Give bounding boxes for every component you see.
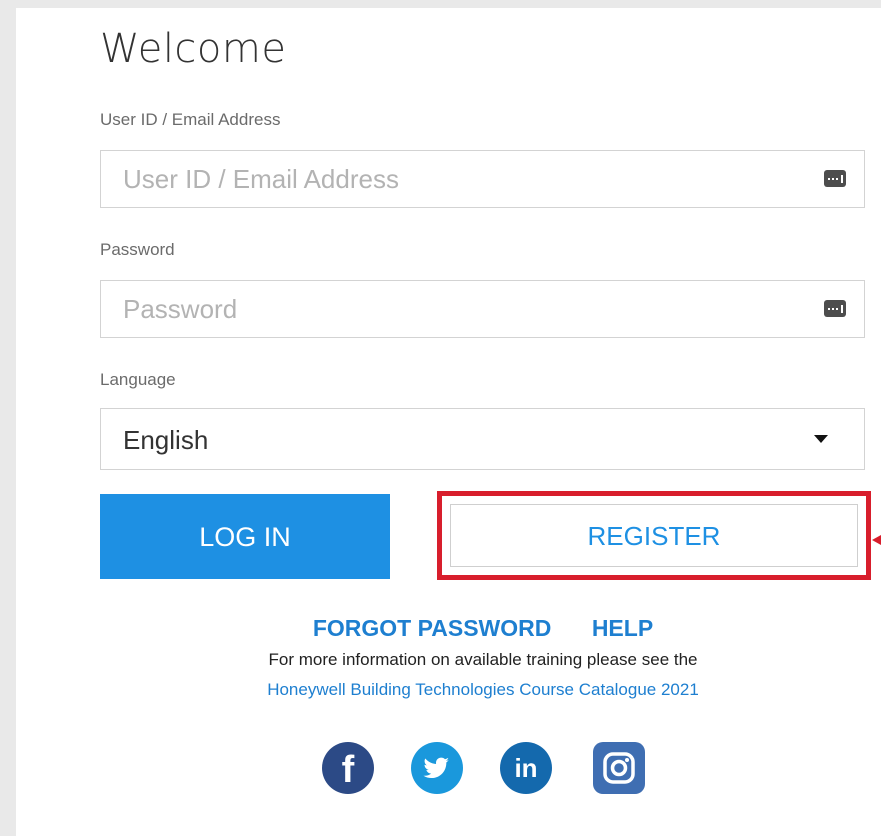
help-links: FORGOT PASSWORD HELP — [0, 615, 881, 642]
instagram-icon[interactable] — [593, 742, 645, 794]
password-label: Password — [100, 240, 175, 259]
page-title: Welcome — [100, 26, 287, 72]
forgot-password-link[interactable]: FORGOT PASSWORD — [313, 615, 552, 641]
help-link[interactable]: HELP — [592, 615, 653, 641]
arrow-icon — [872, 535, 881, 545]
chevron-down-icon — [814, 435, 828, 443]
catalogue-row: Honeywell Building Technologies Course C… — [0, 680, 881, 700]
linkedin-icon[interactable]: in — [500, 742, 552, 794]
password-input[interactable] — [101, 281, 823, 337]
register-highlight: REGISTER — [437, 491, 871, 580]
user-id-label: User ID / Email Address — [100, 110, 281, 129]
user-id-field — [100, 150, 865, 208]
register-button[interactable]: REGISTER — [450, 504, 858, 567]
language-label: Language — [100, 370, 176, 389]
twitter-icon[interactable] — [411, 742, 463, 794]
key-icon[interactable] — [824, 300, 846, 317]
key-icon[interactable] — [824, 170, 846, 187]
info-text: For more information on available traini… — [268, 650, 698, 669]
facebook-icon[interactable]: f — [322, 742, 374, 794]
user-id-input[interactable] — [101, 151, 823, 207]
password-field — [100, 280, 865, 338]
login-button[interactable]: LOG IN — [100, 494, 390, 579]
catalogue-link[interactable]: Honeywell Building Technologies Course C… — [267, 680, 699, 699]
language-value: English — [123, 425, 209, 455]
language-select[interactable]: English — [100, 408, 865, 470]
